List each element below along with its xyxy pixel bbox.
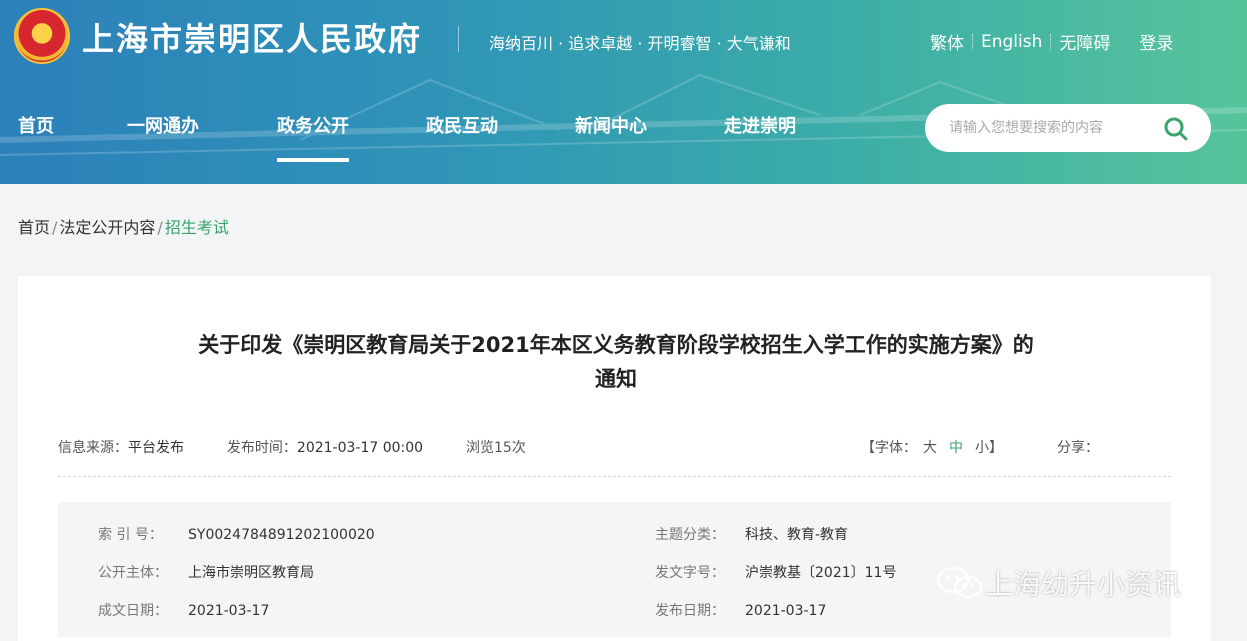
nav-item-gov-affairs[interactable]: 政务公开 [277, 112, 349, 162]
traditional-chinese-link[interactable]: 繁体 [930, 29, 964, 54]
wechat-icon [936, 566, 983, 599]
link-divider [972, 33, 973, 50]
source-value: 平台发布 [128, 440, 184, 456]
info-published-date-label: 发布日期： [655, 603, 725, 619]
article-title-line2: 通知 [595, 367, 637, 391]
breadcrumb-statutory[interactable]: 法定公开内容 [59, 218, 155, 237]
breadcrumb-current[interactable]: 招生考试 [165, 218, 229, 237]
breadcrumb-home[interactable]: 首页 [18, 218, 50, 237]
info-created-date-value: 2021-03-17 [188, 603, 270, 619]
breadcrumb: 首页 / 法定公开内容 / 招生考试 [18, 214, 229, 238]
national-emblem-icon [14, 8, 70, 64]
info-created-date: 成文日期： 2021-03-17 [98, 600, 269, 620]
info-published-date: 发布日期： 2021-03-17 [655, 600, 826, 620]
source-label: 信息来源： [58, 440, 128, 456]
nav-item-online-services[interactable]: 一网通办 [127, 112, 199, 138]
font-size-control: 【字体： 大中小】 [861, 437, 1003, 457]
top-links: 繁体 English 无障碍 登录 [930, 29, 1173, 55]
nav-item-about-chongming[interactable]: 走进崇明 [724, 112, 796, 138]
info-issuer: 公开主体： 上海市崇明区教育局 [98, 562, 314, 582]
site-header: 上海市崇明区人民政府 海纳百川 · 追求卓越 · 开明睿智 · 大气谦和 繁体 … [0, 0, 1247, 184]
article-meta: 信息来源：平台发布 发布时间：2021-03-17 00:00 浏览15次 [58, 437, 526, 457]
font-size-small-button[interactable]: 小】 [975, 440, 1003, 456]
font-size-large-button[interactable]: 大 [923, 440, 937, 456]
search-input[interactable] [949, 116, 1149, 140]
info-doc-number-label: 发文字号： [655, 565, 725, 581]
info-issuer-value: 上海市崇明区教育局 [188, 565, 314, 581]
nav-item-news[interactable]: 新闻中心 [575, 112, 647, 138]
nav-item-home[interactable]: 首页 [18, 112, 54, 138]
meta-divider [58, 476, 1171, 477]
search-icon[interactable] [1163, 116, 1189, 142]
share-label: 分享： [1057, 440, 1099, 456]
article-title: 关于印发《崇明区教育局关于2021年本区义务教育阶段学校招生入学工作的实施方案》… [78, 328, 1154, 396]
watermark-text: 上海幼升小资讯 [985, 568, 1182, 601]
info-issuer-label: 公开主体： [98, 565, 168, 581]
info-topic-value: 科技、教育-教育 [745, 527, 849, 543]
info-published-date-value: 2021-03-17 [745, 603, 827, 619]
breadcrumb-separator: / [157, 218, 163, 237]
nav-item-interaction[interactable]: 政民互动 [426, 112, 498, 138]
info-topic-label: 主题分类： [655, 527, 725, 543]
info-index-label: 索 引 号： [98, 527, 163, 543]
english-link[interactable]: English [981, 32, 1042, 52]
link-divider [1050, 33, 1052, 50]
login-link[interactable]: 登录 [1139, 29, 1173, 54]
info-created-date-label: 成文日期： [98, 603, 168, 619]
article-title-line1: 关于印发《崇明区教育局关于2021年本区义务教育阶段学校招生入学工作的实施方案》… [198, 333, 1034, 357]
breadcrumb-separator: / [52, 218, 58, 237]
accessibility-link[interactable]: 无障碍 [1059, 29, 1110, 54]
view-count: 浏览15次 [465, 440, 526, 456]
publish-time-label: 发布时间： [226, 440, 297, 456]
info-doc-number-value: 沪崇教基〔2021〕11号 [745, 565, 897, 581]
font-size-label: 【字体： [861, 440, 917, 456]
publish-time-value: 2021-03-17 00:00 [296, 440, 424, 456]
title-divider [458, 26, 459, 52]
site-title: 上海市崇明区人民政府 [82, 20, 423, 58]
info-index-value: SY0024784891202100020 [188, 527, 375, 543]
wechat-watermark: 上海幼升小资讯 [935, 563, 1181, 603]
info-index: 索 引 号： SY0024784891202100020 [98, 524, 375, 544]
site-slogan: 海纳百川 · 追求卓越 · 开明睿智 · 大气谦和 [489, 34, 791, 53]
font-size-medium-button[interactable]: 中 [949, 440, 963, 456]
info-topic: 主题分类： 科技、教育-教育 [655, 524, 848, 544]
info-doc-number: 发文字号： 沪崇教基〔2021〕11号 [655, 562, 896, 582]
